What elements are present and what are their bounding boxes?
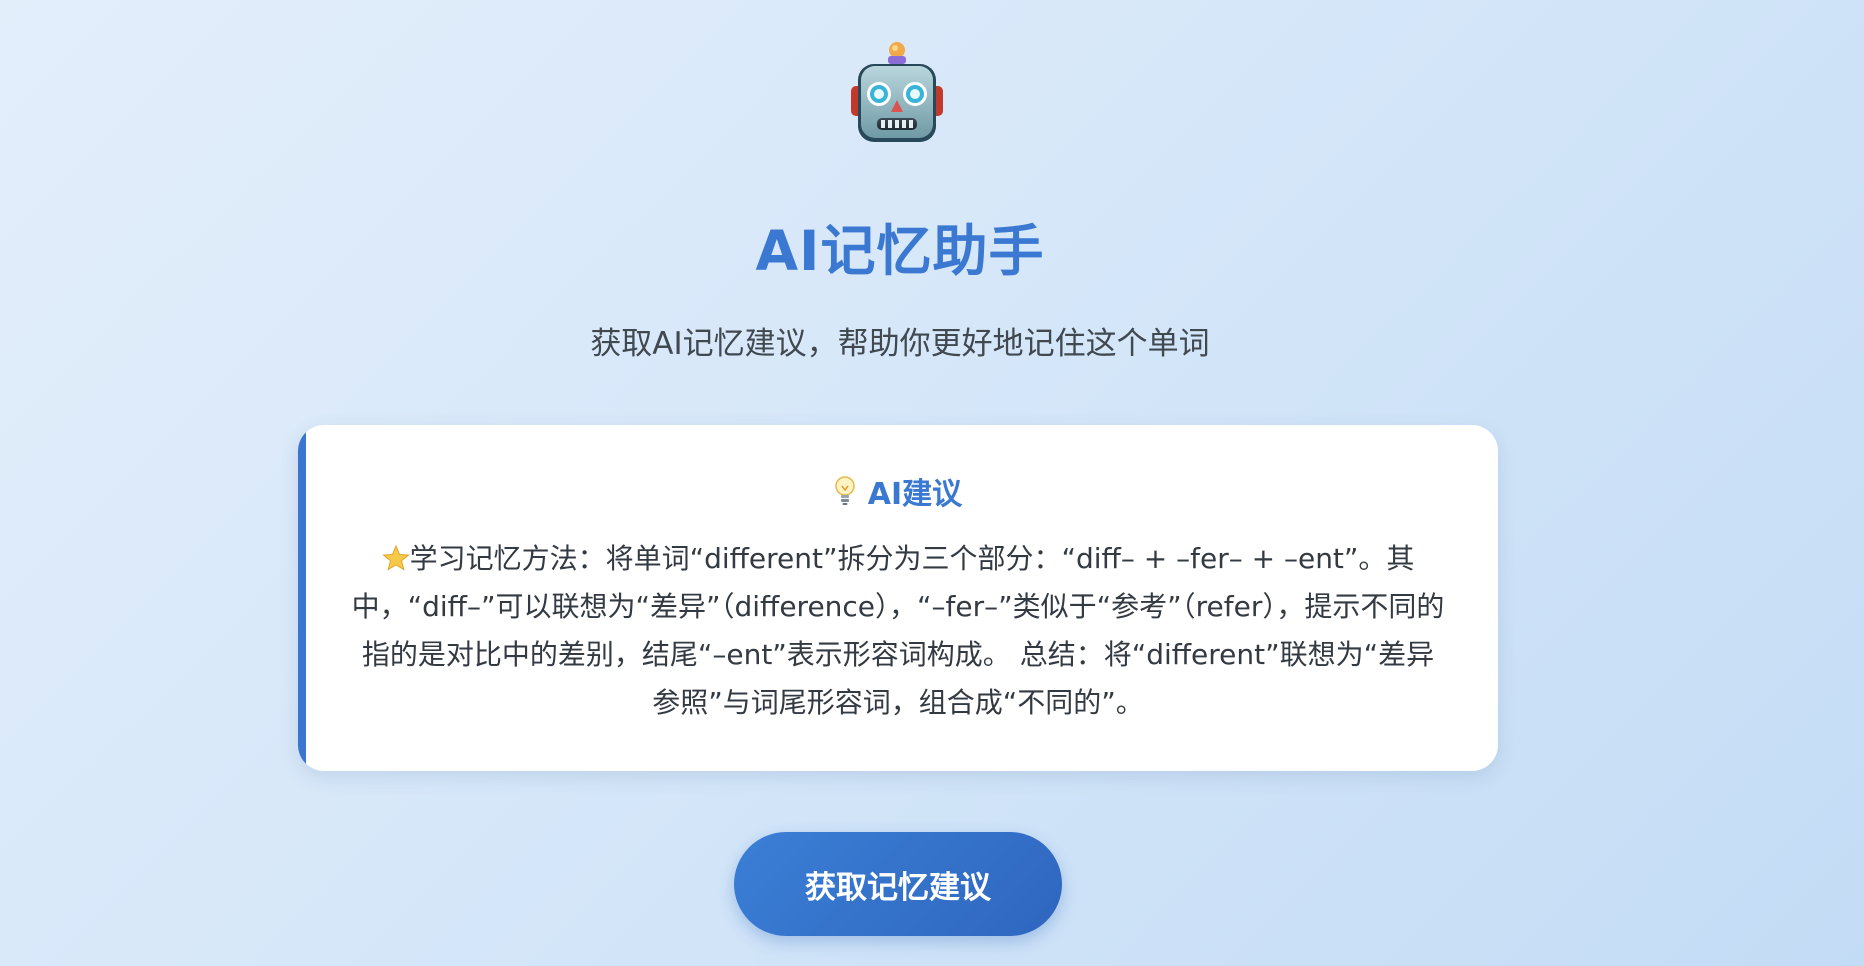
lightbulb-icon [835,476,855,505]
page-subtitle: 获取AI记忆建议，帮助你更好地记住这个单词 [590,326,1210,362]
star-icon [381,544,410,571]
get-suggestion-button[interactable]: 获取记忆建议 [734,832,1062,936]
suggestion-text-block: 学习记忆方法：将单词“different”拆分为三个部分：“diff– + –f… [348,535,1448,727]
page: AI记忆助手 获取AI记忆建议，帮助你更好地记住这个单词 AI建议 学习记忆方法… [0,0,1864,966]
robot-icon [851,42,943,142]
suggestion-card: AI建议 学习记忆方法：将单词“different”拆分为三个部分：“diff–… [298,425,1498,771]
suggestion-text: 学习记忆方法：将单词“different”拆分为三个部分：“diff– + –f… [351,542,1445,719]
card-heading-label: AI建议 [867,477,963,512]
card-heading: AI建议 [298,469,1498,513]
page-title: AI记忆助手 [755,219,1045,283]
